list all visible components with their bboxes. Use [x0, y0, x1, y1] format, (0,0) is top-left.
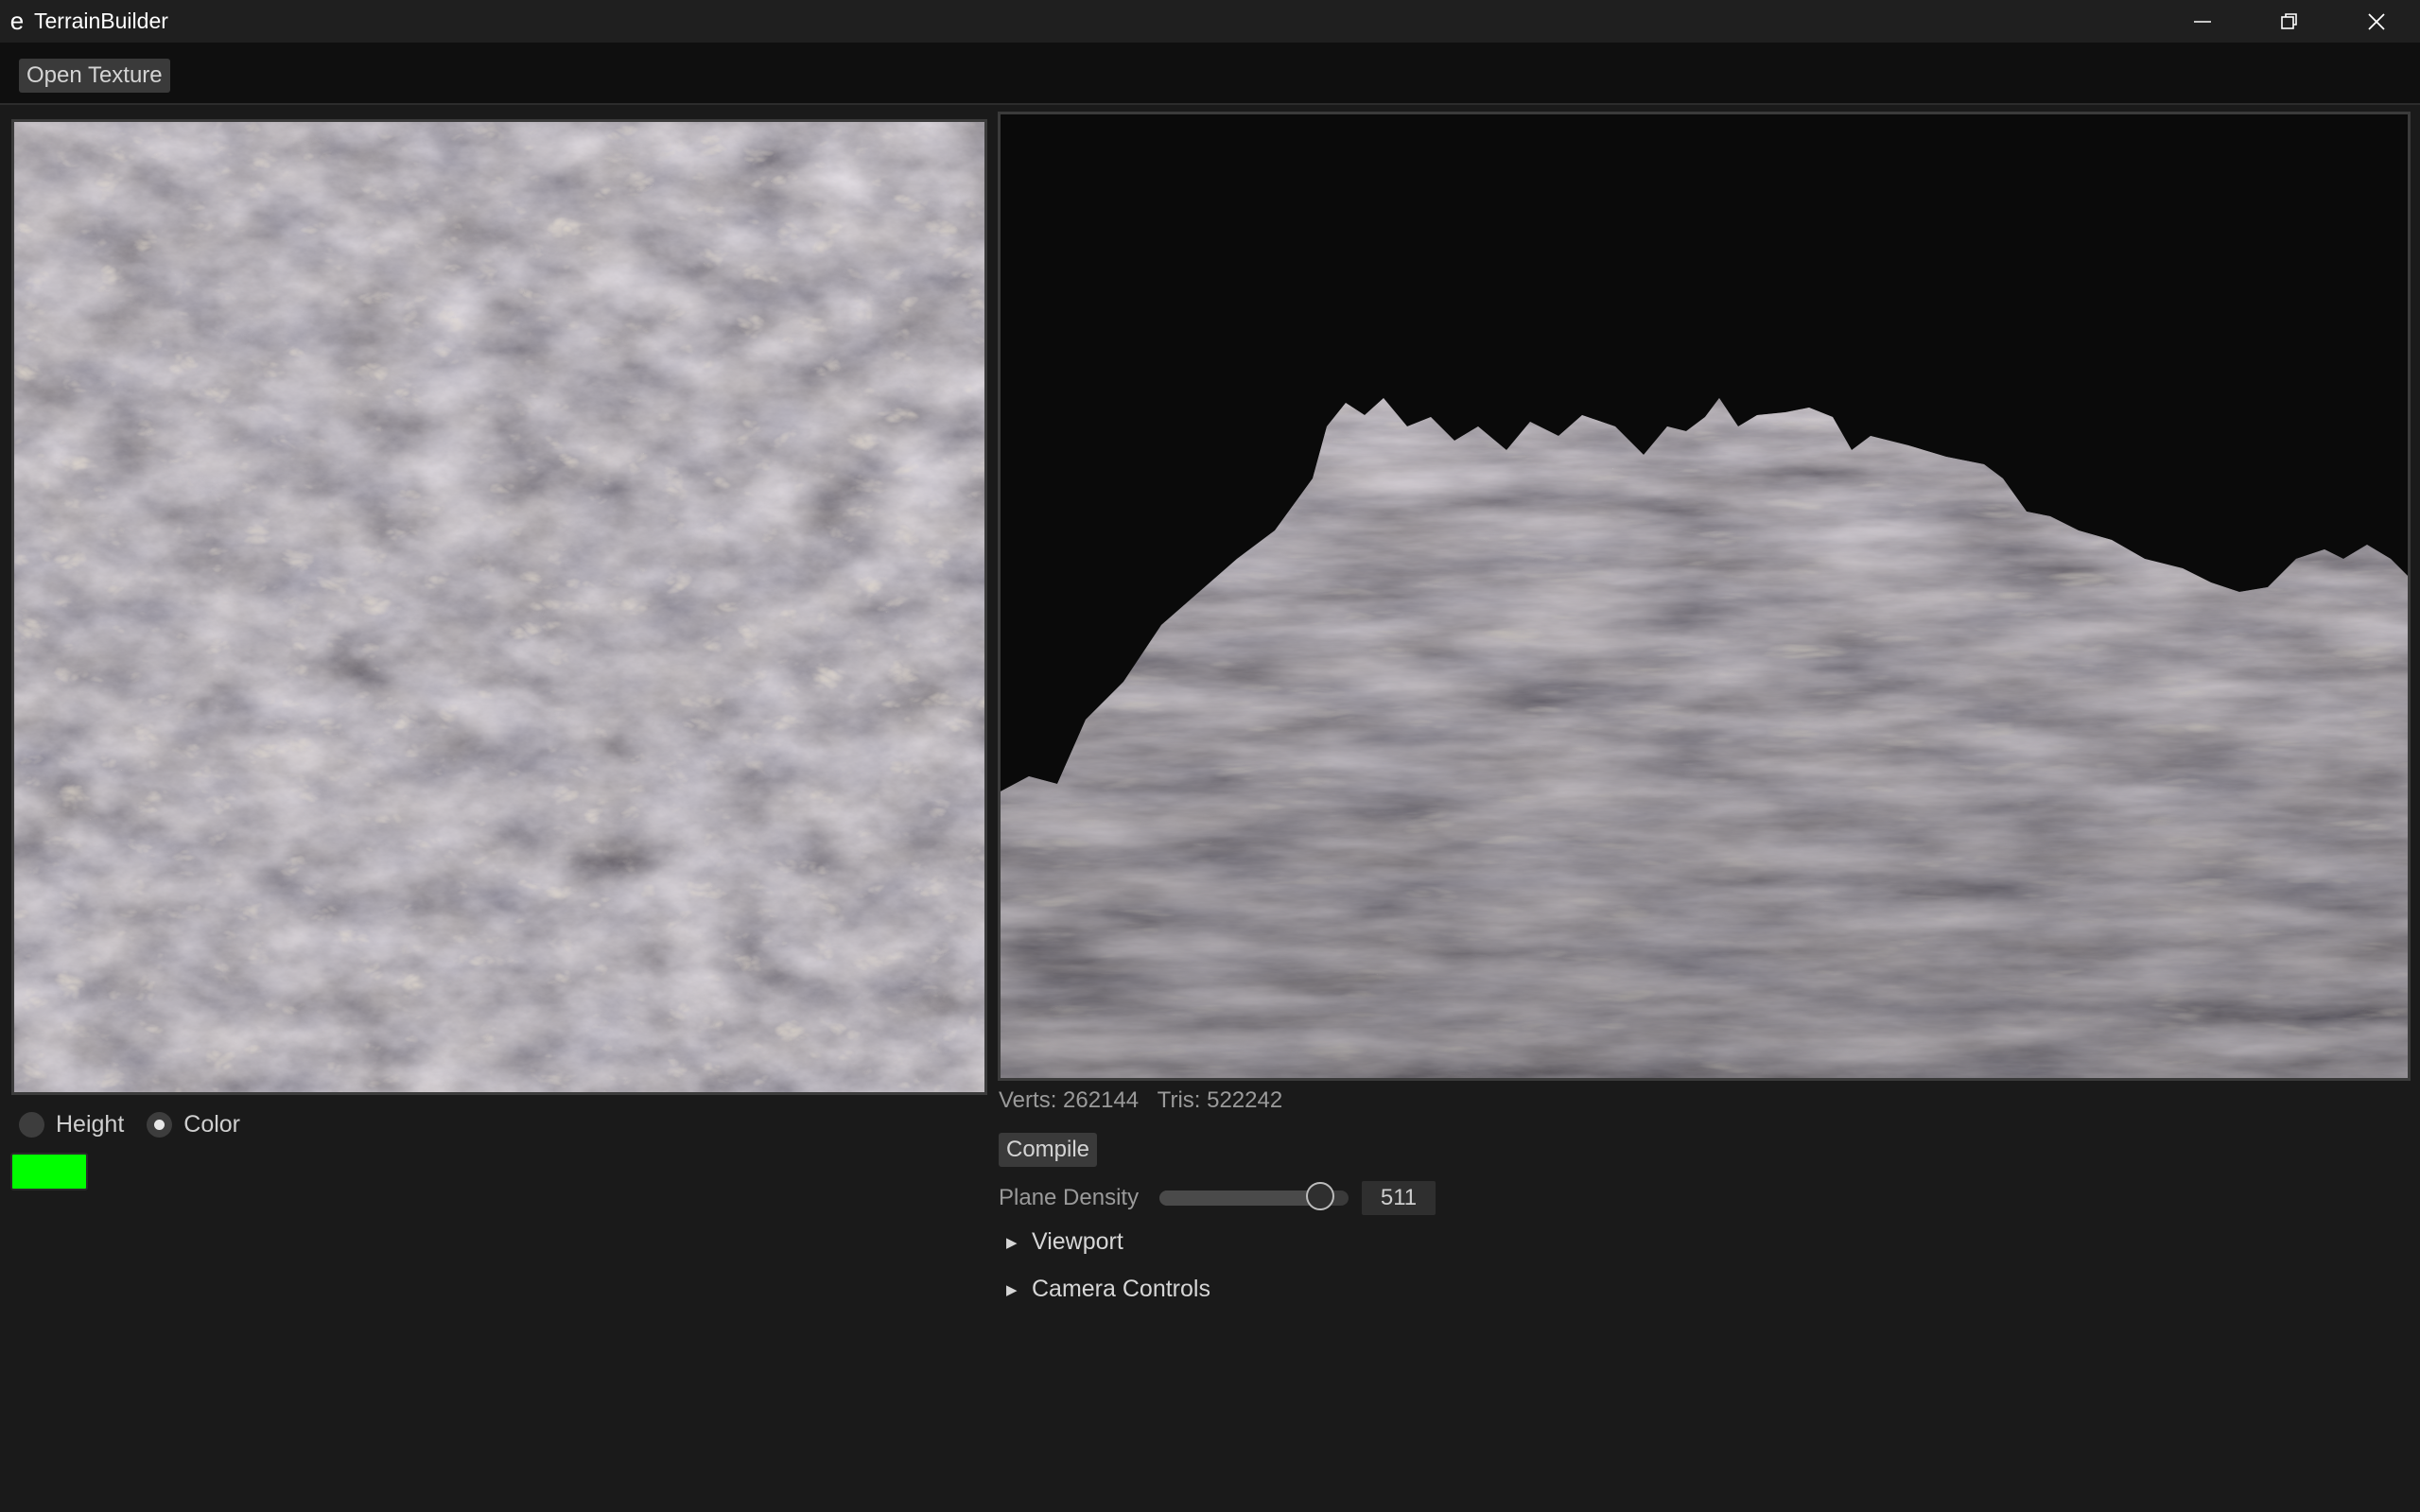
plane-density-value[interactable]: 511 — [1362, 1181, 1436, 1215]
color-radio[interactable] — [147, 1111, 173, 1138]
restore-icon — [2281, 12, 2297, 29]
compile-button[interactable]: Compile — [999, 1133, 1098, 1167]
window-controls — [2159, 0, 2420, 43]
color-radio-label[interactable]: Color — [183, 1111, 240, 1138]
app-icon: e — [9, 7, 25, 35]
collapsed-arrow-icon: ▶ — [1006, 1281, 1018, 1298]
viewport-section-label: Viewport — [1032, 1228, 1123, 1255]
plane-density-slider[interactable] — [1159, 1182, 1349, 1210]
rock-texture-image — [14, 122, 984, 1092]
viewport-section-header[interactable]: ▶ Viewport — [1006, 1228, 1123, 1256]
plane-density-label: Plane Density — [999, 1185, 1140, 1210]
toolbar: Open Texture — [0, 43, 2420, 105]
color-swatch[interactable] — [10, 1153, 88, 1190]
camera-controls-section-label: Camera Controls — [1032, 1276, 1210, 1302]
mesh-stats: Verts: 262144 Tris: 522242 — [999, 1087, 1283, 1113]
minimize-icon — [2194, 20, 2211, 23]
window-title: TerrainBuilder — [34, 9, 168, 33]
close-button[interactable] — [2333, 0, 2420, 43]
plane-density-control: Plane Density 511 — [999, 1180, 1436, 1216]
terrain-viewport[interactable] — [998, 112, 2411, 1081]
height-radio-label[interactable]: Height — [56, 1111, 124, 1138]
radio-selected-dot — [154, 1119, 165, 1130]
minimize-button[interactable] — [2159, 0, 2246, 43]
open-texture-button[interactable]: Open Texture — [19, 59, 170, 93]
close-icon — [2368, 12, 2385, 30]
title-bar: e TerrainBuilder — [0, 0, 2420, 43]
restore-button[interactable] — [2246, 0, 2333, 43]
slider-knob[interactable] — [1306, 1182, 1334, 1210]
texture-mode-selector: Height Color — [19, 1108, 263, 1140]
texture-preview — [11, 119, 987, 1095]
collapsed-arrow-icon: ▶ — [1006, 1234, 1018, 1251]
height-radio[interactable] — [19, 1111, 44, 1138]
slider-fill — [1159, 1190, 1320, 1206]
terrain-render — [1001, 114, 2408, 1078]
camera-controls-section-header[interactable]: ▶ Camera Controls — [1006, 1276, 1210, 1303]
